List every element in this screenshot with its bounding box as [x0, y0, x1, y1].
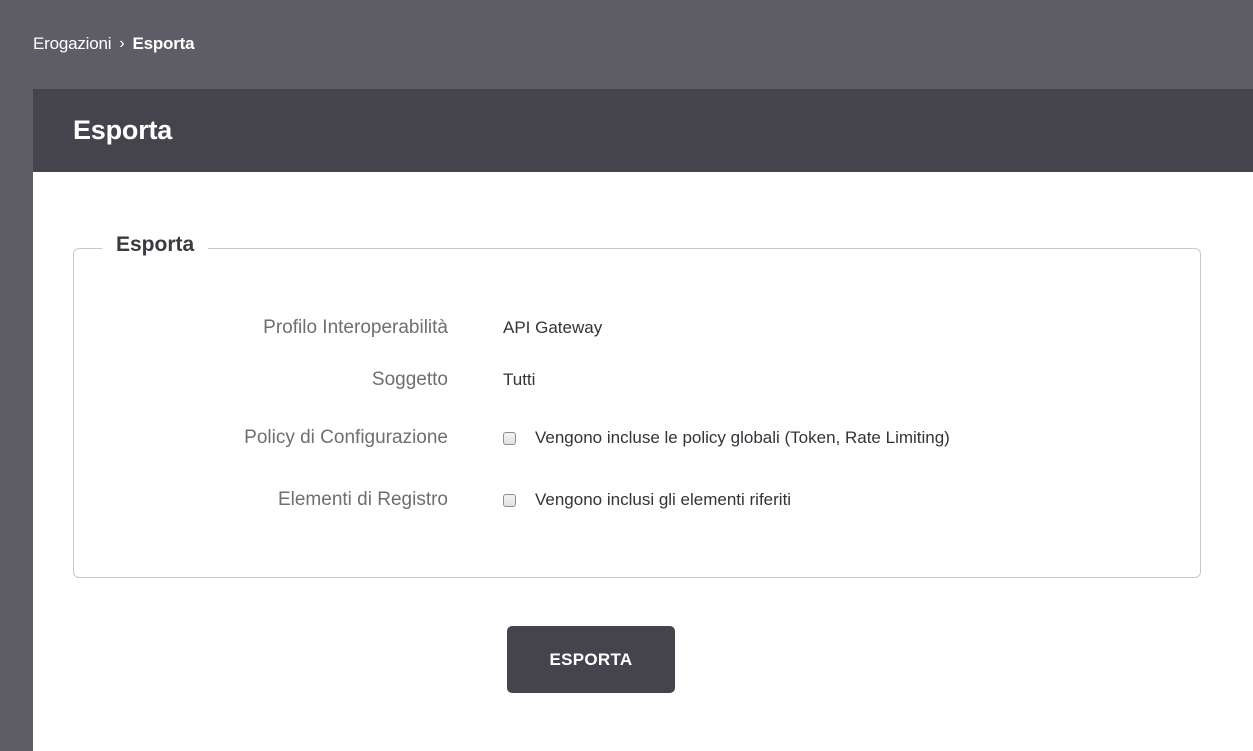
field-value: Tutti: [503, 370, 536, 389]
breadcrumb-current: Esporta: [132, 34, 195, 53]
page-title: Esporta: [73, 115, 173, 145]
export-button[interactable]: ESPORTA: [507, 626, 675, 693]
chevron-right-icon: ›: [119, 35, 125, 52]
field-label: Profilo Interoperabilità: [263, 317, 448, 338]
row-profilo-interoperabilita: Profilo Interoperabilità API Gateway: [74, 317, 1200, 339]
elementi-riferiti-checkbox[interactable]: [503, 493, 516, 507]
policy-globali-checkbox[interactable]: [503, 431, 516, 445]
field-label: Policy di Configurazione: [244, 427, 448, 448]
panel-header: Esporta: [33, 89, 1253, 172]
breadcrumb: Erogazioni › Esporta: [33, 34, 195, 54]
checkbox-container: Vengono inclusi gli elementi riferiti: [503, 490, 791, 510]
field-label: Soggetto: [371, 369, 448, 390]
checkbox-label[interactable]: Vengono incluse le policy globali (Token…: [535, 428, 950, 448]
field-label: Elementi di Registro: [277, 489, 448, 510]
field-value: API Gateway: [503, 318, 603, 337]
row-elementi-registro: Elementi di Registro Vengono inclusi gli…: [74, 489, 1200, 511]
export-panel: Esporta Esporta Profilo Interoperabilità…: [33, 89, 1253, 751]
checkbox-label[interactable]: Vengono inclusi gli elementi riferiti: [535, 490, 791, 510]
checkbox-container: Vengono incluse le policy globali (Token…: [503, 428, 950, 448]
export-fieldset: Esporta Profilo Interoperabilità API Gat…: [73, 233, 1201, 578]
row-policy-configurazione: Policy di Configurazione Vengono incluse…: [74, 427, 1200, 449]
breadcrumb-link-erogazioni[interactable]: Erogazioni: [33, 34, 112, 54]
row-soggetto: Soggetto Tutti: [74, 369, 1200, 391]
fieldset-legend: Esporta: [102, 233, 209, 257]
